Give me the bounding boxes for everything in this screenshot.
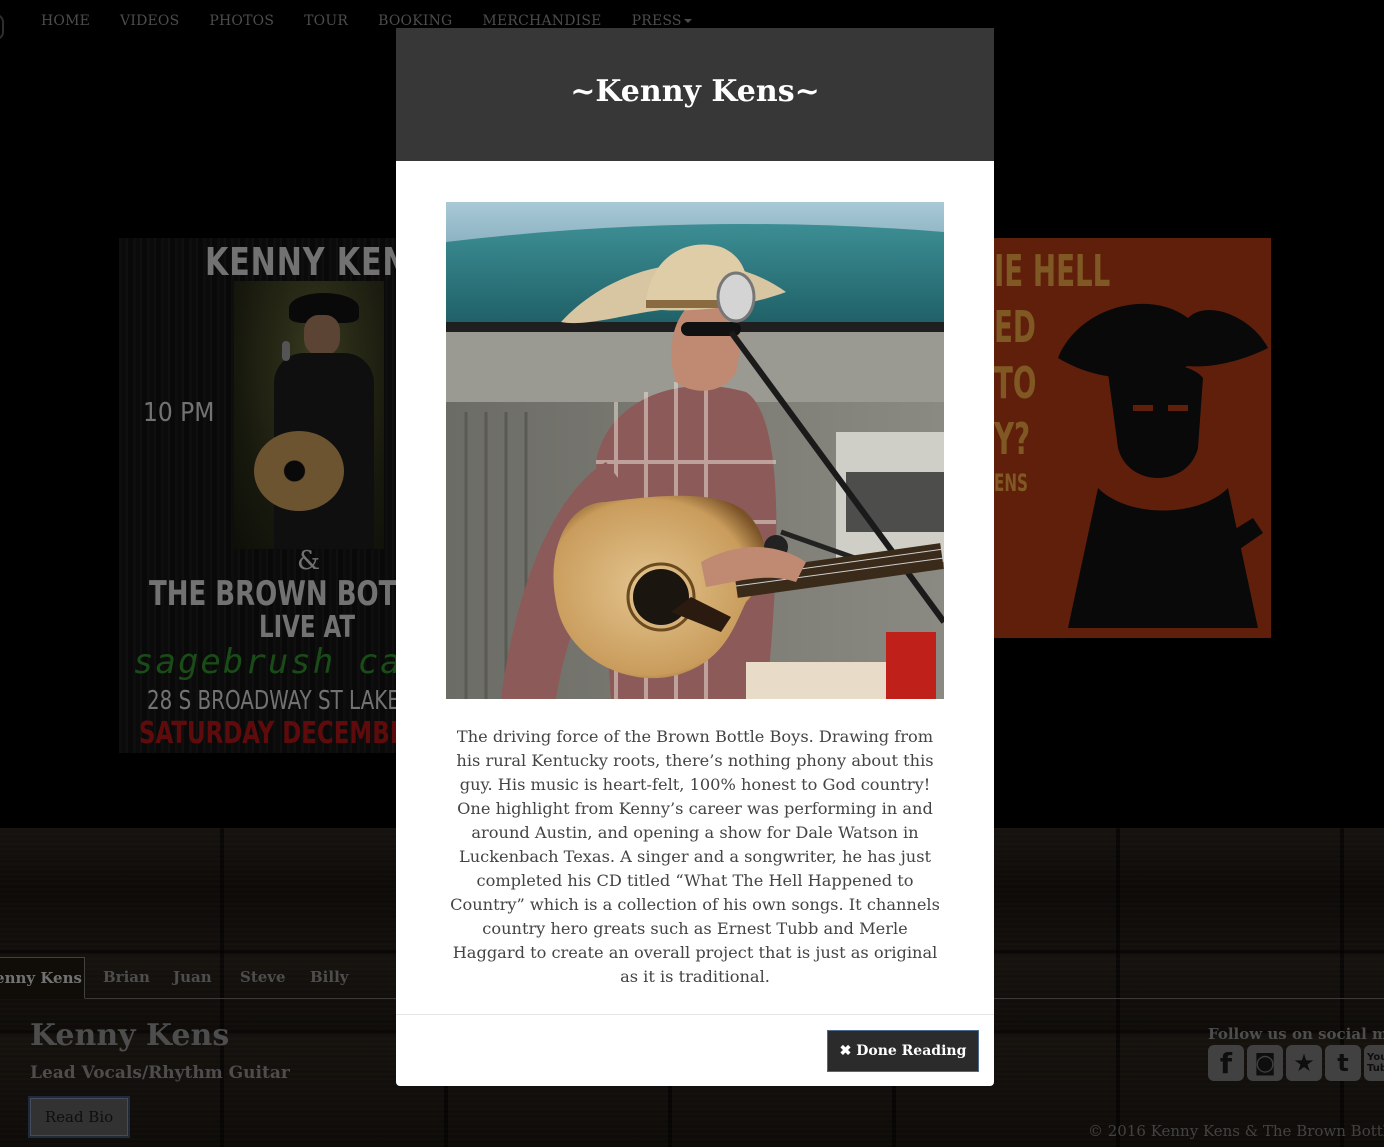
done-reading-button[interactable]: ✖ Done Reading xyxy=(827,1030,979,1072)
artist-photo xyxy=(446,202,944,699)
bio-modal: ~Kenny Kens~ The driving force of the Br… xyxy=(396,28,994,1086)
modal-footer-divider xyxy=(396,1014,994,1015)
close-icon: ✖ xyxy=(839,1043,852,1059)
bio-text: The driving force of the Brown Bottle Bo… xyxy=(450,727,940,986)
modal-title: ~Kenny Kens~ xyxy=(570,74,820,109)
modal-header: ~Kenny Kens~ xyxy=(396,28,994,161)
done-reading-label: Done Reading xyxy=(856,1043,967,1059)
